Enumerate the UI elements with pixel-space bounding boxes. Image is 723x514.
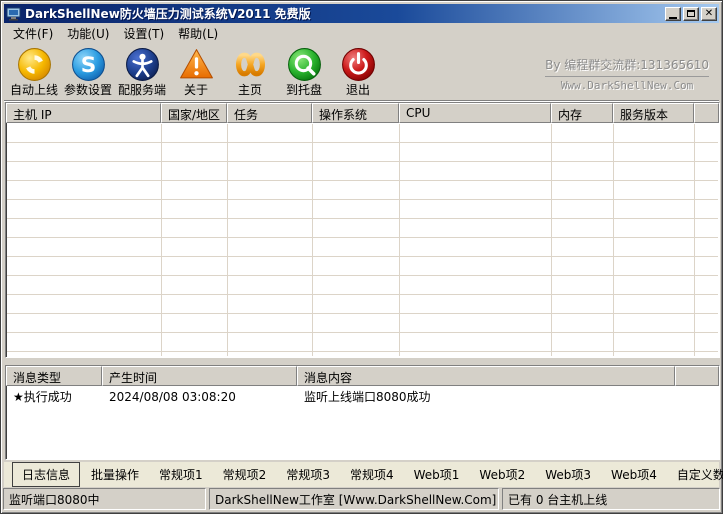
- col-memory[interactable]: 内存: [551, 103, 613, 123]
- tab-regular-2[interactable]: 常规项2: [214, 463, 276, 486]
- grid-line: [161, 124, 162, 356]
- tab-regular-3[interactable]: 常规项3: [277, 463, 339, 486]
- col-country[interactable]: 国家/地区: [161, 103, 227, 123]
- statusbar: 监听端口8080中 DarkShellNew工作室 [Www.DarkShell…: [3, 488, 720, 510]
- tab-custom-data[interactable]: 自定义数据: [668, 463, 723, 486]
- about-button[interactable]: 关于: [169, 46, 223, 99]
- minimize-button[interactable]: [665, 7, 681, 21]
- window-controls: ✕: [665, 7, 717, 21]
- menubar: 文件(F) 功能(U) 设置(T) 帮助(L): [4, 23, 719, 44]
- tab-web-4[interactable]: Web项4: [602, 463, 666, 486]
- minimize-icon: [669, 17, 677, 19]
- tab-web-2[interactable]: Web项2: [470, 463, 534, 486]
- menu-help[interactable]: 帮助(L): [171, 23, 225, 44]
- svg-text:S: S: [80, 53, 96, 78]
- toolbar-label: 自动上线: [10, 83, 58, 97]
- tab-web-3[interactable]: Web项3: [536, 463, 600, 486]
- col-message-type[interactable]: 消息类型: [6, 366, 102, 386]
- col-message-content[interactable]: 消息内容: [297, 366, 675, 386]
- col-message-time[interactable]: 产生时间: [102, 366, 297, 386]
- grid-line: [227, 124, 228, 356]
- config-server-button[interactable]: 配服务端: [115, 46, 169, 99]
- host-table-header: 主机 IP 国家/地区 任务 操作系统 CPU 内存 服务版本: [6, 103, 719, 123]
- message-table-header: 消息类型 产生时间 消息内容: [6, 366, 719, 386]
- status-host-count: 已有 0 台主机上线: [502, 488, 720, 510]
- titlebar[interactable]: DarkShellNew防火墙压力测试系统V2011 免费版 ✕: [4, 4, 719, 23]
- byline-group-number: By 编程群交流群:131365610: [545, 56, 709, 77]
- host-table: 主机 IP 国家/地区 任务 操作系统 CPU 内存 服务版本: [5, 102, 720, 358]
- to-tray-button[interactable]: 到托盘: [277, 46, 331, 99]
- maximize-icon: [687, 10, 695, 17]
- message-row[interactable]: ★执行成功 2024/08/08 03:08:20 监听上线端口8080成功: [7, 387, 718, 406]
- grid-line: [694, 124, 695, 356]
- menu-settings[interactable]: 设置(T): [116, 23, 171, 44]
- col-host-ip[interactable]: 主机 IP: [6, 103, 161, 123]
- toolbar-label: 主页: [238, 83, 262, 97]
- green-q-icon: [286, 46, 323, 83]
- homepage-button[interactable]: 主页: [223, 46, 277, 99]
- toolbar-label: 关于: [184, 83, 208, 97]
- col-filler: [675, 366, 719, 386]
- auto-online-button[interactable]: 自动上线: [7, 46, 61, 99]
- message-table-body: ★执行成功 2024/08/08 03:08:20 监听上线端口8080成功: [7, 387, 718, 458]
- byline-website: Www.DarkShellNew.Com: [545, 77, 709, 92]
- grid-line: [551, 124, 552, 356]
- app-icon: [6, 6, 22, 22]
- close-icon: ✕: [705, 9, 713, 19]
- close-button[interactable]: ✕: [701, 7, 717, 21]
- col-os[interactable]: 操作系统: [312, 103, 399, 123]
- toolbar: 自动上线 S 参数设置 配服务端 关于 主页: [4, 44, 719, 101]
- tab-regular-1[interactable]: 常规项1: [150, 463, 212, 486]
- tab-batch-ops[interactable]: 批量操作: [82, 463, 148, 486]
- col-task[interactable]: 任务: [227, 103, 312, 123]
- message-table: 消息类型 产生时间 消息内容 ★执行成功 2024/08/08 03:08:20…: [5, 365, 720, 460]
- warning-triangle-icon: [178, 46, 215, 83]
- menu-file[interactable]: 文件(F): [6, 23, 60, 44]
- message-time-cell: 2024/08/08 03:08:20: [103, 390, 298, 404]
- skype-s-icon: S: [70, 46, 107, 83]
- toolbar-label: 到托盘: [286, 83, 322, 97]
- col-filler: [694, 103, 719, 123]
- tab-web-1[interactable]: Web项1: [405, 463, 469, 486]
- message-content-cell: 监听上线端口8080成功: [298, 388, 718, 405]
- tab-regular-4[interactable]: 常规项4: [341, 463, 403, 486]
- gold-bow-icon: [232, 46, 269, 83]
- toolbar-label: 参数设置: [64, 83, 112, 97]
- tabbar: 日志信息 批量操作 常规项1 常规项2 常规项3 常规项4 Web项1 Web项…: [4, 462, 719, 487]
- grid-line: [399, 124, 400, 356]
- accessibility-icon: [124, 46, 161, 83]
- host-table-body: [7, 124, 718, 356]
- toolbar-label: 退出: [346, 83, 370, 97]
- col-cpu[interactable]: CPU: [399, 103, 551, 123]
- refresh-orb-icon: [16, 46, 53, 83]
- tab-log-info[interactable]: 日志信息: [12, 462, 80, 487]
- maximize-button[interactable]: [683, 7, 699, 21]
- power-icon: [340, 46, 377, 83]
- status-listening-port: 监听端口8080中: [3, 488, 206, 510]
- menu-function[interactable]: 功能(U): [60, 23, 116, 44]
- message-type-cell: ★执行成功: [7, 388, 103, 405]
- toolbar-label: 配服务端: [118, 83, 166, 97]
- byline: By 编程群交流群:131365610 Www.DarkShellNew.Com: [545, 56, 709, 92]
- grid-line: [312, 124, 313, 356]
- param-settings-button[interactable]: S 参数设置: [61, 46, 115, 99]
- window-title: DarkShellNew防火墙压力测试系统V2011 免费版: [25, 5, 665, 22]
- status-studio: DarkShellNew工作室 [Www.DarkShellNew.Com]: [209, 488, 499, 510]
- grid-line: [613, 124, 614, 356]
- col-service-version[interactable]: 服务版本: [613, 103, 694, 123]
- exit-button[interactable]: 退出: [331, 46, 385, 99]
- app-window: DarkShellNew防火墙压力测试系统V2011 免费版 ✕ 文件(F) 功…: [0, 0, 723, 514]
